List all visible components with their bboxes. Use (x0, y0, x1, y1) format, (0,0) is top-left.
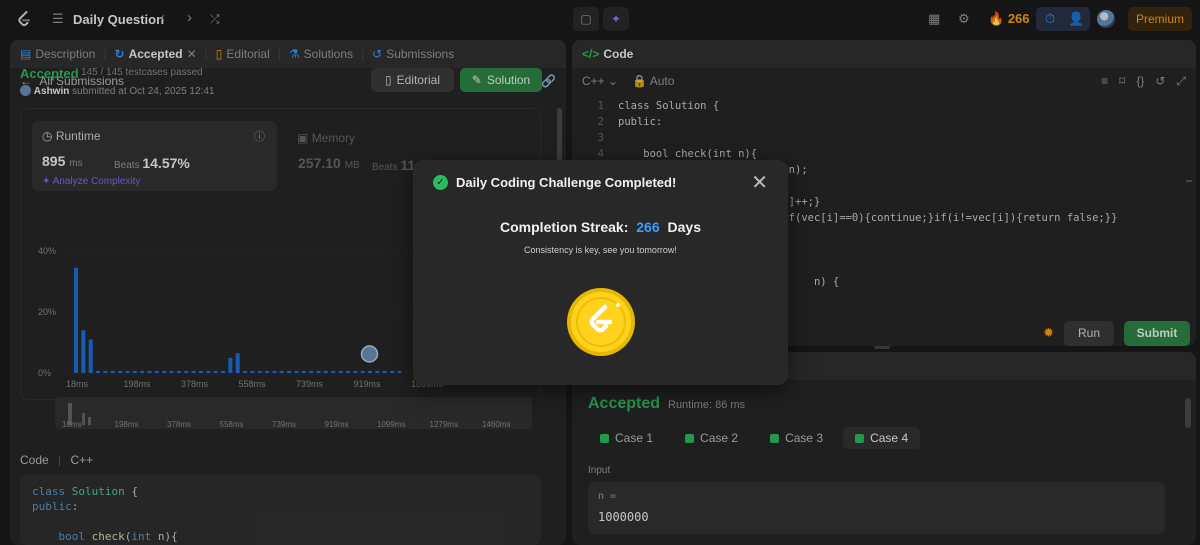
modal-title: Daily Coding Challenge Completed! (456, 175, 677, 190)
completion-streak: Completion Streak: 266 Days (500, 219, 701, 235)
leetcode-coin-icon (567, 288, 635, 356)
check-circle-icon: ✓ (433, 175, 448, 190)
completion-modal: ✓ Daily Coding Challenge Completed! ✕ Co… (413, 160, 788, 385)
close-icon[interactable]: ✕ (751, 170, 768, 195)
modal-subtitle: Consistency is key, see you tomorrow! (524, 245, 677, 255)
